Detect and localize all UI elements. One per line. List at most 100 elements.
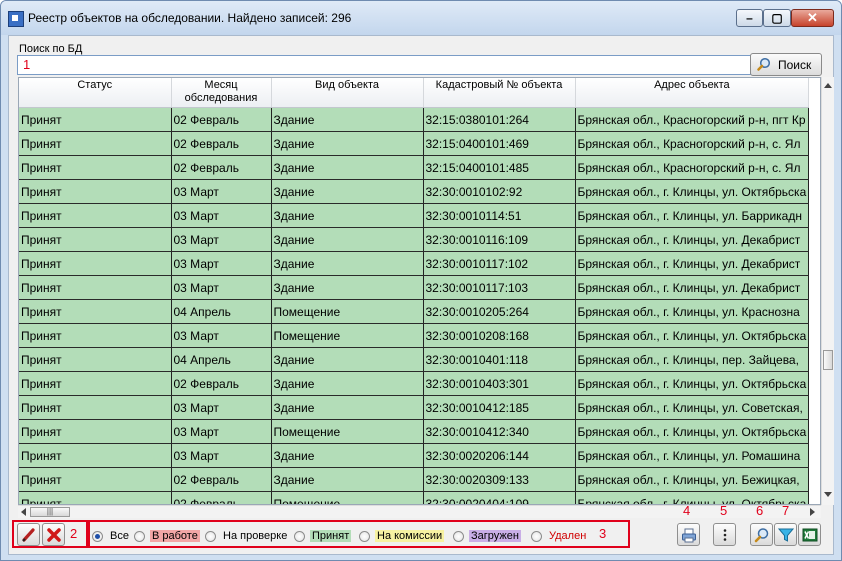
table-cell: Помещение — [271, 419, 424, 444]
filter-all-radio[interactable] — [92, 531, 103, 542]
minimize-button[interactable]: – — [736, 9, 763, 27]
table-row[interactable]: Принят 03 Март Здание 32:30:0010412:185 Брян… — [19, 395, 810, 420]
horizontal-scrollbar[interactable]: ||| — [18, 505, 821, 518]
table-cell: Брянская обл., Красногорский р-н, пгт Кр — [575, 107, 810, 132]
table-cell: Брянская обл., г. Клинцы, ул. Декабрист — [575, 227, 810, 252]
table-cell: 02 Февраль — [171, 155, 272, 180]
table-cell: 03 Март — [171, 251, 272, 276]
table-row[interactable]: Принят 02 Февраль Здание 32:15:0400101:469 Б… — [19, 131, 810, 156]
table-cell: Здание — [271, 371, 424, 396]
table-row[interactable]: Принят 03 Март Помещение 32:30:0010208:168 Б… — [19, 323, 810, 348]
table-cell: Брянская обл., г. Клинцы, ул. Октябрьска — [575, 491, 810, 504]
scroll-down-icon[interactable] — [824, 492, 832, 497]
column-header-object-type[interactable]: Вид объекта — [271, 78, 424, 108]
column-header-status[interactable]: Статус — [19, 78, 172, 108]
table-cell: Принят — [19, 347, 172, 372]
magnifier-icon — [757, 57, 771, 71]
table-row[interactable]: Принят 02 Февраль Помещение 32:30:0020404:1… — [19, 491, 810, 504]
callout-6: 6 — [756, 503, 764, 518]
scroll-left-icon[interactable] — [21, 508, 26, 516]
table-cell: 32:15:0400101:469 — [423, 131, 576, 156]
table-cell: Принят — [19, 107, 172, 132]
table-row[interactable]: Принят 02 Февраль Здание 32:30:0020309:133 Б… — [19, 467, 810, 492]
search-label: Поиск по БД — [19, 43, 83, 55]
callout-1: 1 — [23, 57, 31, 72]
table-cell: Здание — [271, 155, 424, 180]
maximize-button[interactable]: ▢ — [763, 9, 791, 27]
columns-button[interactable] — [713, 523, 736, 546]
table-cell: Здание — [271, 179, 424, 204]
table-cell: Здание — [271, 347, 424, 372]
table-row[interactable]: Принят 02 Февраль Здание 32:15:0380101:264 Б… — [19, 107, 810, 132]
app-icon — [8, 11, 24, 27]
column-header-cadastral-number[interactable]: Кадастровый № объекта — [423, 78, 576, 108]
search-input[interactable] — [17, 55, 751, 75]
table-row[interactable]: Принят 03 Март Здание 32:30:0010117:102 Брян… — [19, 251, 810, 276]
column-header-address[interactable]: Адрес объекта — [575, 78, 810, 108]
filter-in-work-radio[interactable] — [134, 531, 145, 542]
table-cell: Принят — [19, 155, 172, 180]
find-button[interactable] — [750, 523, 773, 546]
table-cell: 02 Февраль — [171, 371, 272, 396]
table-row[interactable]: Принят 02 Февраль Здание 32:30:0010403:301 Б… — [19, 371, 810, 396]
filter-deleted-label: Удален — [549, 530, 587, 542]
horizontal-scroll-thumb[interactable]: ||| — [30, 507, 70, 517]
table-cell: Принят — [19, 395, 172, 420]
table-cell: 32:30:0010114:51 — [423, 203, 576, 228]
scroll-right-icon[interactable] — [810, 508, 815, 516]
filter-on-review-radio[interactable] — [205, 531, 216, 542]
table-cell: Принят — [19, 227, 172, 252]
filter-button[interactable] — [774, 523, 797, 546]
main-window: Реестр объектов на обследовании. Найдено… — [0, 0, 842, 561]
vertical-scroll-thumb[interactable] — [823, 350, 833, 370]
table-cell: 32:30:0020206:144 — [423, 443, 576, 468]
table-cell: 03 Март — [171, 419, 272, 444]
table-cell: 02 Февраль — [171, 107, 272, 132]
filter-accepted-radio[interactable] — [294, 531, 305, 542]
table-cell: Принят — [19, 203, 172, 228]
close-icon: ✕ — [807, 10, 818, 25]
filter-loaded-radio[interactable] — [453, 531, 464, 542]
filter-on-commission-radio[interactable] — [359, 531, 370, 542]
table-cell: Брянская обл., г. Клинцы, ул. Октябрьска — [575, 179, 810, 204]
table-cell: Принят — [19, 131, 172, 156]
table-cell: Брянская обл., г. Клинцы, ул. Декабрист — [575, 275, 810, 300]
table-cell: Брянская обл., г. Клинцы, ул. Октябрьска — [575, 419, 810, 444]
vertical-scrollbar[interactable] — [821, 77, 834, 505]
table-cell: Здание — [271, 467, 424, 492]
table-row[interactable]: Принят 03 Март Здание 32:30:0010102:92 Брянс… — [19, 179, 810, 204]
delete-icon — [47, 528, 61, 542]
table-row[interactable]: Принят 03 Март Здание 32:30:0010114:51 Брянс… — [19, 203, 810, 228]
table-cell: Принят — [19, 251, 172, 276]
table-cell: Помещение — [271, 299, 424, 324]
table-cell: Брянская обл., Красногорский р-н, с. Ял — [575, 131, 810, 156]
table-row[interactable]: Принят 03 Март Помещение 32:30:0010412:340 Б… — [19, 419, 810, 444]
table-cell: Брянская обл., г. Клинцы, ул. Баррикадн — [575, 203, 810, 228]
table-row[interactable]: Принят 04 Апрель Помещение 32:30:0010205:26… — [19, 299, 810, 324]
objects-table: Статус Месяц обследования Вид объекта Ка… — [18, 77, 821, 505]
delete-button[interactable] — [42, 523, 65, 546]
filter-deleted-radio[interactable] — [531, 531, 542, 542]
table-row[interactable]: Принят 03 Март Здание 32:30:0010117:103 Брян… — [19, 275, 810, 300]
table-cell: Брянская обл., г. Клинцы, ул. Октябрьска — [575, 371, 810, 396]
table-row[interactable]: Принят 03 Март Здание 32:30:0020206:144 Брян… — [19, 443, 810, 468]
callout-2: 2 — [70, 526, 78, 541]
table-cell: Здание — [271, 107, 424, 132]
search-button[interactable]: Поиск — [750, 53, 822, 76]
scroll-up-icon[interactable] — [824, 83, 832, 88]
table-cell: 32:30:0010117:103 — [423, 275, 576, 300]
edit-button[interactable] — [17, 523, 40, 546]
close-button[interactable]: ✕ — [791, 9, 834, 27]
table-cell: Принят — [19, 467, 172, 492]
table-header: Статус Месяц обследования Вид объекта Ка… — [19, 78, 810, 108]
column-header-month[interactable]: Месяц обследования — [171, 78, 272, 108]
table-cell: Здание — [271, 275, 424, 300]
export-excel-button[interactable] — [798, 523, 821, 546]
pencil-icon — [22, 528, 35, 542]
table-cell: 03 Март — [171, 443, 272, 468]
table-row[interactable]: Принят 04 Апрель Здание 32:30:0010401:118 Бр… — [19, 347, 810, 372]
table-row[interactable]: Принят 02 Февраль Здание 32:15:0400101:485 Б… — [19, 155, 810, 180]
print-button[interactable] — [677, 523, 700, 546]
table-cell: Здание — [271, 443, 424, 468]
table-row[interactable]: Принят 03 Март Здание 32:30:0010116:109 Брян… — [19, 227, 810, 252]
